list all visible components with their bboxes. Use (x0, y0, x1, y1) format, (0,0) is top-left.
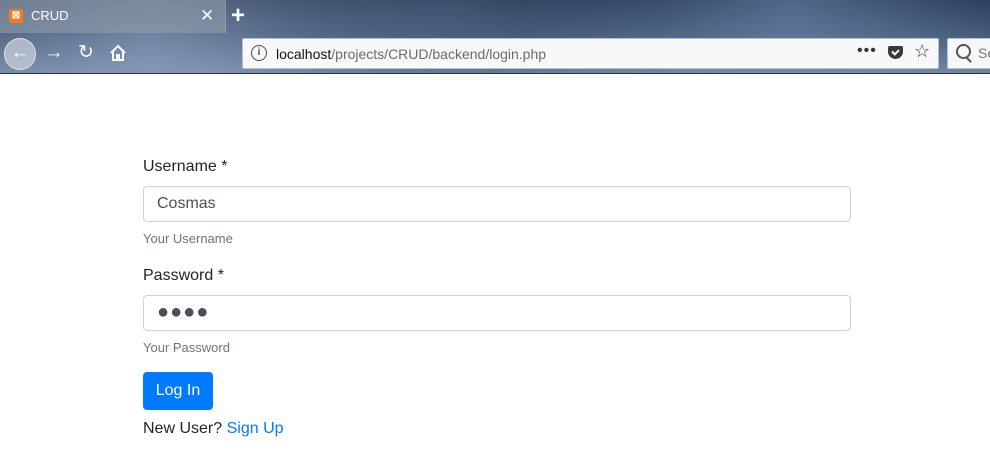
forward-button[interactable]: → (42, 39, 66, 67)
back-arrow-icon: ← (10, 42, 30, 63)
signup-link[interactable]: Sign Up (227, 420, 284, 437)
search-bar[interactable]: Se (947, 38, 990, 69)
more-actions-icon[interactable]: ••• (857, 42, 877, 60)
search-placeholder: Se (978, 45, 990, 61)
info-icon[interactable]: i (251, 45, 267, 61)
bookmark-star-icon[interactable]: ☆ (914, 41, 930, 62)
password-label: Password * (143, 267, 224, 284)
username-input[interactable]: Cosmas (143, 186, 851, 222)
password-help: Your Password (143, 340, 230, 355)
password-input[interactable]: ●●●● (143, 295, 851, 331)
search-icon (956, 44, 971, 59)
home-icon (110, 44, 126, 61)
password-value: ●●●● (157, 301, 210, 323)
forward-arrow-icon: → (44, 42, 64, 63)
login-button[interactable]: Log In (143, 372, 213, 410)
browser-chrome: ⊠ CRUD ✕ + ← → ↻ i localhost/projects/CR… (0, 0, 990, 74)
reload-button[interactable]: ↻ (74, 39, 98, 67)
username-label: Username * (143, 158, 228, 175)
tab-crud[interactable]: ⊠ CRUD ✕ (0, 0, 226, 33)
signup-line: New User? Sign Up (143, 420, 284, 438)
reload-icon: ↻ (78, 42, 94, 63)
xampp-icon: ⊠ (9, 9, 23, 23)
username-help: Your Username (143, 231, 233, 246)
url-text: localhost/projects/CRUD/backend/login.ph… (276, 46, 546, 62)
close-tab-icon[interactable]: ✕ (200, 6, 214, 26)
url-path: /projects/CRUD/backend/login.php (331, 46, 547, 62)
tab-title: CRUD (31, 8, 69, 23)
signup-prompt: New User? (143, 420, 223, 437)
username-value: Cosmas (157, 195, 216, 212)
home-button[interactable] (106, 39, 130, 67)
back-button[interactable]: ← (4, 38, 36, 70)
url-host: localhost (276, 46, 332, 62)
url-bar[interactable]: i localhost/projects/CRUD/backend/login.… (242, 38, 939, 69)
new-tab-button[interactable]: + (231, 2, 245, 30)
pocket-icon[interactable] (888, 46, 903, 59)
